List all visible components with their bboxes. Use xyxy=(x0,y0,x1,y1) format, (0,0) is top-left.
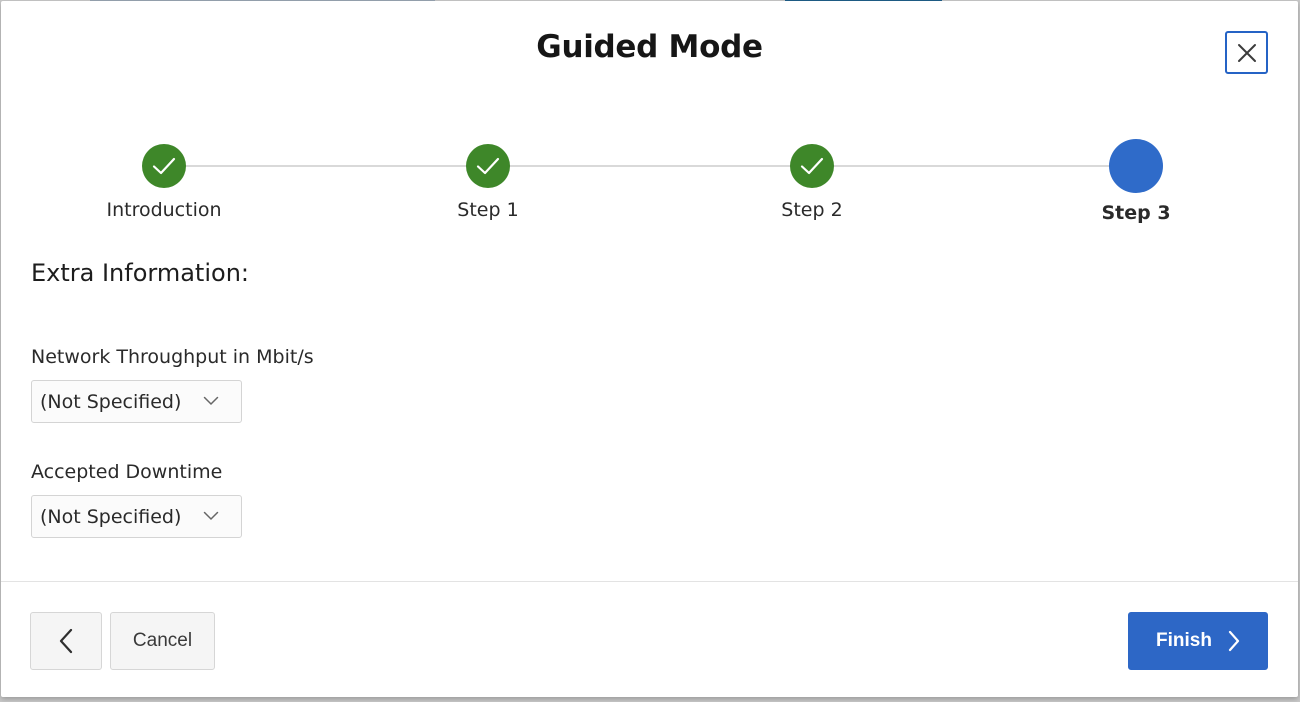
progress-step-introduction: Introduction xyxy=(74,139,254,221)
step-label: Step 2 xyxy=(781,199,843,221)
progress-track-line xyxy=(164,165,1136,167)
accepted-downtime-select[interactable]: (Not Specified) xyxy=(31,495,242,538)
step-completed-indicator xyxy=(466,144,510,188)
progress-tracker: Introduction Step 1 Step 2 Step 3 xyxy=(1,139,1298,239)
chevron-right-icon xyxy=(1228,630,1240,652)
step-label: Step 3 xyxy=(1101,202,1171,224)
progress-step-1: Step 1 xyxy=(398,139,578,221)
select-value: (Not Specified) xyxy=(40,390,182,413)
finish-button[interactable]: Finish xyxy=(1128,612,1268,670)
step-label: Introduction xyxy=(106,199,222,221)
dialog-title: Guided Mode xyxy=(536,29,763,65)
cancel-button[interactable]: Cancel xyxy=(110,612,215,670)
check-icon xyxy=(476,157,500,175)
network-throughput-label: Network Throughput in Mbit/s xyxy=(31,346,314,368)
progress-step-3: Step 3 xyxy=(1046,139,1226,224)
select-value: (Not Specified) xyxy=(40,505,182,528)
back-button[interactable] xyxy=(30,612,102,670)
step-label: Step 1 xyxy=(457,199,519,221)
finish-button-label: Finish xyxy=(1156,630,1212,651)
close-icon xyxy=(1237,43,1256,62)
guided-mode-dialog: Guided Mode Introduction Step 1 Step 2 S… xyxy=(1,1,1298,697)
network-throughput-select[interactable]: (Not Specified) xyxy=(31,380,242,423)
close-button[interactable] xyxy=(1225,31,1268,74)
accepted-downtime-label: Accepted Downtime xyxy=(31,461,223,483)
chevron-left-icon xyxy=(59,628,73,654)
check-icon xyxy=(152,157,176,175)
step-current-indicator xyxy=(1109,139,1163,193)
step-completed-indicator xyxy=(142,144,186,188)
progress-step-2: Step 2 xyxy=(722,139,902,221)
cancel-button-label: Cancel xyxy=(132,630,193,651)
chevron-down-icon xyxy=(203,396,219,406)
chevron-down-icon xyxy=(203,511,219,521)
check-icon xyxy=(800,157,824,175)
section-heading: Extra Information: xyxy=(31,259,249,287)
step-completed-indicator xyxy=(790,144,834,188)
footer-divider xyxy=(1,581,1298,582)
